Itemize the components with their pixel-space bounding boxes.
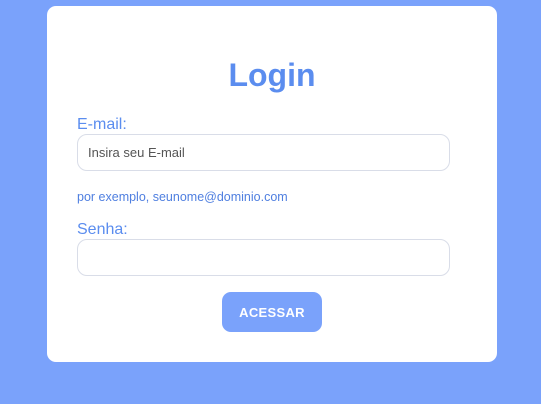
submit-button[interactable]: ACESSAR bbox=[222, 292, 322, 332]
login-card: Login E-mail: por exemplo, seunome@domin… bbox=[47, 6, 497, 362]
password-field[interactable] bbox=[77, 239, 450, 276]
email-field[interactable] bbox=[77, 134, 450, 171]
email-label: E-mail: bbox=[77, 116, 127, 133]
password-label: Senha: bbox=[77, 221, 128, 238]
email-hint: por exemplo, seunome@dominio.com bbox=[77, 190, 288, 204]
page-title: Login bbox=[228, 57, 316, 93]
